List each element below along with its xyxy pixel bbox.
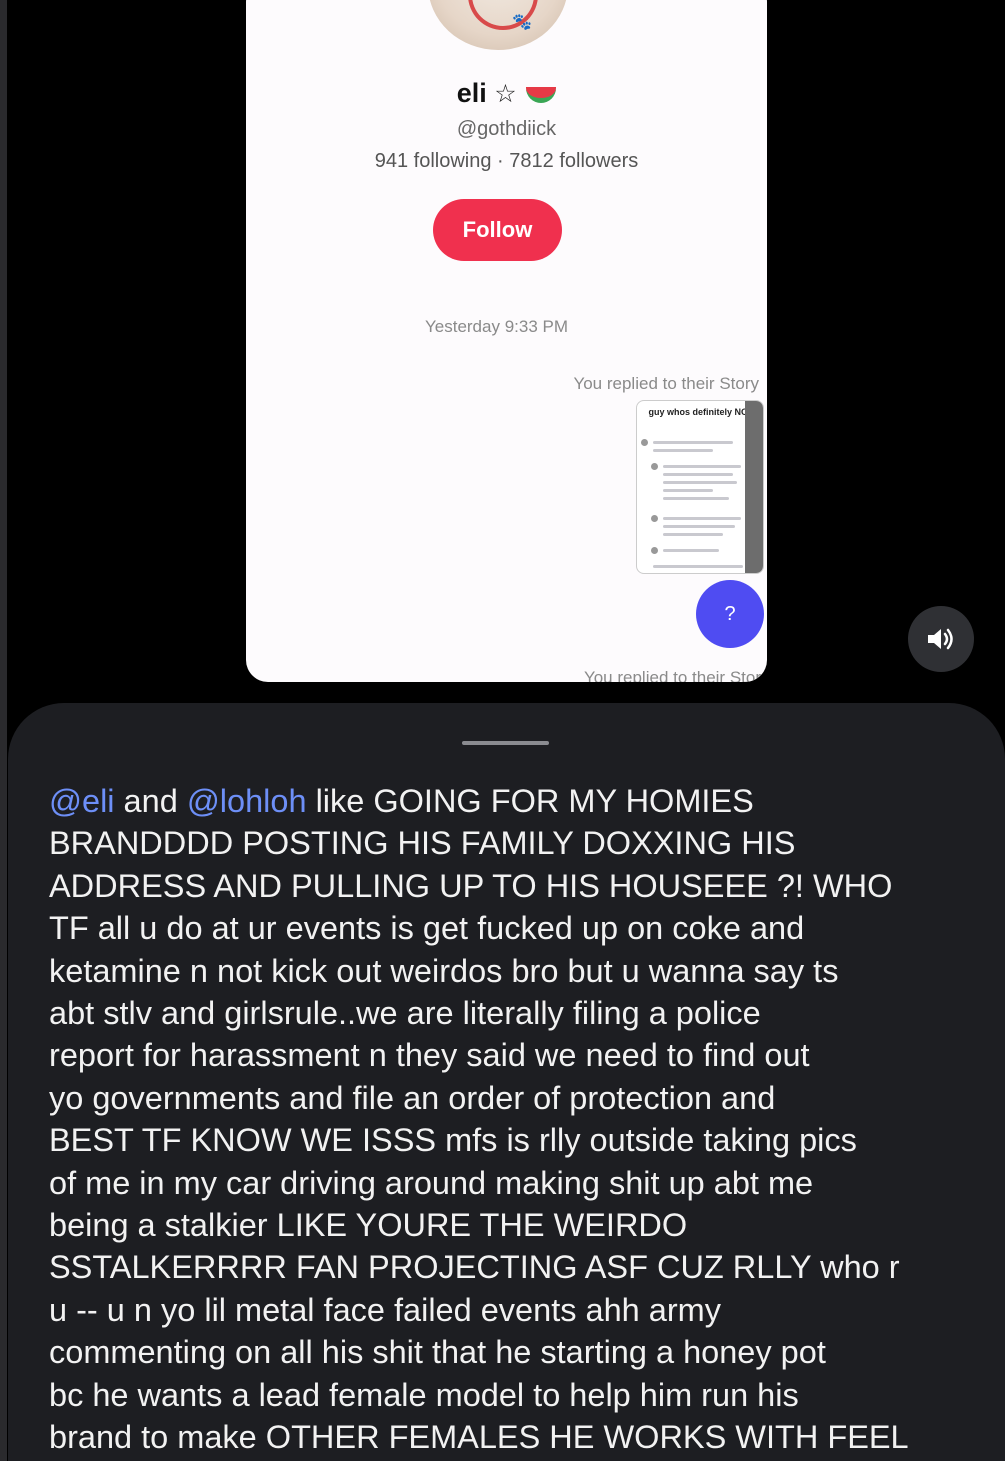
thumb-line xyxy=(663,465,741,468)
comment-line: of me in my car driving around making sh… xyxy=(49,1164,814,1201)
thumb-line xyxy=(663,481,737,484)
speaker-icon xyxy=(928,628,953,650)
thumb-line xyxy=(663,497,729,500)
profile-handle: @gothdiick xyxy=(456,118,557,140)
comment-line: ketamine n not kick out weirdos bro but … xyxy=(49,952,839,989)
comment-body: @eli and @lohloh like GOING FOR MY HOMIE… xyxy=(49,780,969,1459)
comment-joiner: and xyxy=(114,783,187,819)
avatar: 🐾 xyxy=(428,0,568,50)
profile-name: eli xyxy=(456,78,487,108)
thumb-avatar-dot xyxy=(651,515,658,522)
thumb-avatar-dot xyxy=(641,439,648,446)
thumb-line xyxy=(663,525,735,528)
profile-stats: 941 following · 7812 followers xyxy=(374,150,639,172)
comment-line-text: like GOING FOR MY HOMIES xyxy=(306,783,754,819)
comment-line: being a stalkier LIKE YOURE THE WEIRDO xyxy=(49,1207,688,1244)
profile-screenshot-card: 🐾 eli ☆ @gothdiick 941 following · 7812 … xyxy=(246,0,767,682)
story-reply-note: You replied to their Story xyxy=(573,374,759,393)
comment-sheet: @eli and @lohloh like GOING FOR MY HOMIE… xyxy=(8,703,1005,1461)
thumb-line xyxy=(663,489,713,492)
comment-line: yo governments and file an order of prot… xyxy=(49,1079,776,1116)
comment-line: bc he wants a lead female model to help … xyxy=(49,1376,799,1413)
paw-icon: 🐾 xyxy=(512,14,532,31)
thumb-line xyxy=(663,473,733,476)
thumb-line xyxy=(663,533,723,536)
sheet-drag-handle[interactable] xyxy=(462,741,549,745)
question-icon: ? xyxy=(724,602,736,625)
story-thumbnail-edge xyxy=(745,401,763,573)
left-edge-bar xyxy=(0,0,7,1461)
star-icon: ☆ xyxy=(494,80,517,108)
comment-line: commenting on all his shit that he start… xyxy=(49,1334,826,1371)
mention-link[interactable]: @eli xyxy=(49,783,115,819)
comment-line: BEST TF KNOW WE ISSS mfs is rlly outside… xyxy=(49,1122,857,1159)
thumb-line xyxy=(653,449,713,452)
thumb-line xyxy=(663,517,741,520)
comment-line: @eli and @lohloh like GOING FOR MY HOMIE… xyxy=(49,780,969,822)
comment-line: abt stlv and girlsrule..we are literally… xyxy=(49,995,761,1032)
thumb-line xyxy=(663,549,719,552)
story-thumbnail[interactable]: guy whos definitely NOT xyxy=(636,400,764,574)
follow-button[interactable]: Follow xyxy=(433,199,562,261)
story-reply-note-cut: You replied to their Stor xyxy=(583,668,761,682)
thumb-line xyxy=(653,441,733,444)
thumb-comment-bar xyxy=(653,565,743,568)
help-button[interactable]: ? xyxy=(696,580,764,648)
thumb-avatar-dot xyxy=(651,547,658,554)
comment-line: brand to make OTHER FEMALES HE WORKS WIT… xyxy=(49,1419,909,1456)
sound-toggle-button[interactable] xyxy=(908,606,974,672)
profile-name-row: eli ☆ xyxy=(246,78,767,109)
comment-line: report for harassment n they said we nee… xyxy=(49,1037,810,1074)
chat-timestamp: Yesterday 9:33 PM xyxy=(424,317,568,336)
mention-link[interactable]: @lohloh xyxy=(187,783,307,819)
watermelon-icon xyxy=(526,86,557,103)
comment-line: TF all u do at ur events is get fucked u… xyxy=(49,910,805,947)
comment-line: ADDRESS AND PULLING UP TO HIS HOUSEEE ?!… xyxy=(49,867,893,904)
thumb-avatar-dot xyxy=(651,463,658,470)
comment-line: SSTALKERRRR FAN PROJECTING ASF CUZ RLLY … xyxy=(49,1249,900,1286)
comment-line: BRANDDDD POSTING HIS FAMILY DOXXING HIS xyxy=(49,825,796,862)
comment-line: u -- u n yo lil metal face failed events… xyxy=(49,1291,721,1328)
